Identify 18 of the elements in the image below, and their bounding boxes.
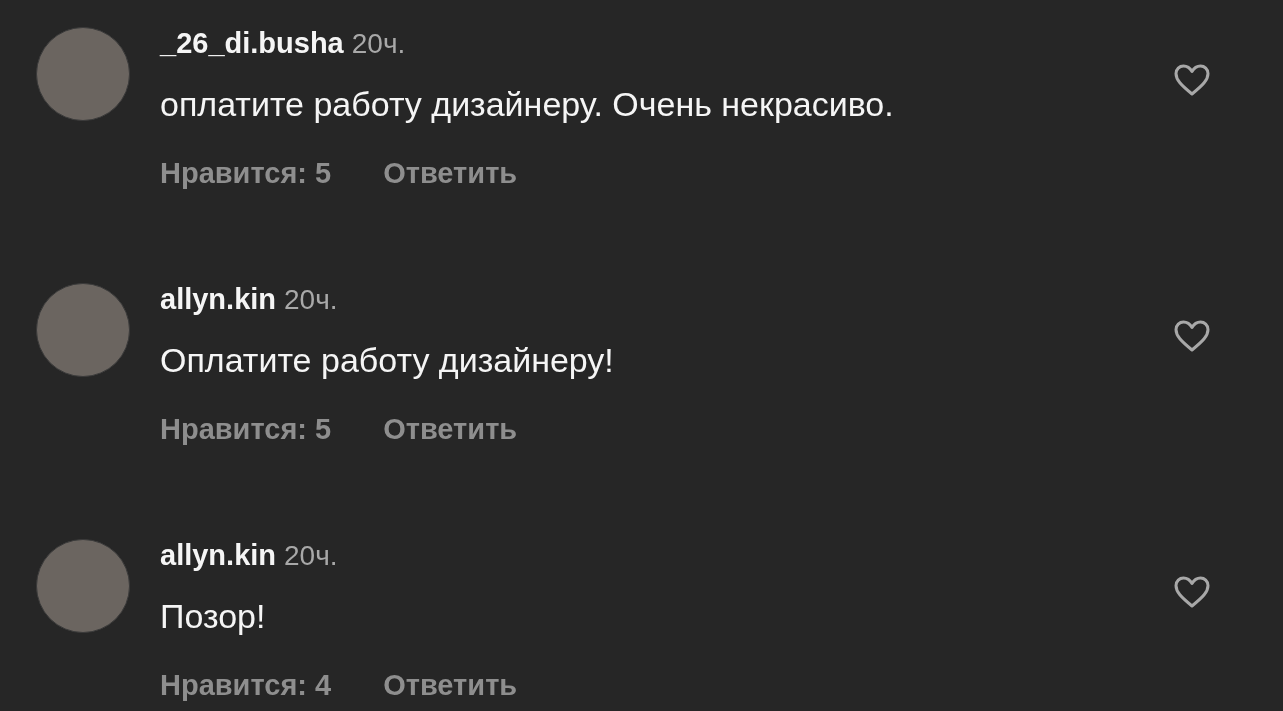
reply-button[interactable]: Ответить bbox=[383, 153, 518, 193]
comment-text: оплатите работу дизайнеру. Очень некрасиво. bbox=[160, 84, 895, 125]
username-link[interactable]: allyn.kin bbox=[160, 539, 277, 571]
timestamp: 20ч. bbox=[351, 28, 406, 59]
like-count[interactable]: Нравится: 5 bbox=[160, 409, 332, 449]
heart-icon[interactable] bbox=[1173, 575, 1211, 609]
timestamp: 20ч. bbox=[284, 540, 338, 571]
comment-text: Оплатите работу дизайнеру! bbox=[160, 340, 615, 381]
heart-icon[interactable] bbox=[1173, 63, 1211, 97]
username-link[interactable]: allyn.kin bbox=[160, 283, 277, 315]
reply-button[interactable]: Ответить bbox=[383, 665, 518, 705]
reply-button[interactable]: Ответить bbox=[383, 409, 518, 449]
like-count[interactable]: Нравится: 5 bbox=[160, 153, 332, 193]
timestamp: 20ч. bbox=[284, 284, 338, 315]
username-link[interactable]: _26_di.busha bbox=[160, 27, 344, 59]
comment-text: Позор! bbox=[160, 596, 267, 637]
like-count[interactable]: Нравится: 4 bbox=[160, 665, 332, 705]
heart-icon[interactable] bbox=[1173, 319, 1211, 353]
